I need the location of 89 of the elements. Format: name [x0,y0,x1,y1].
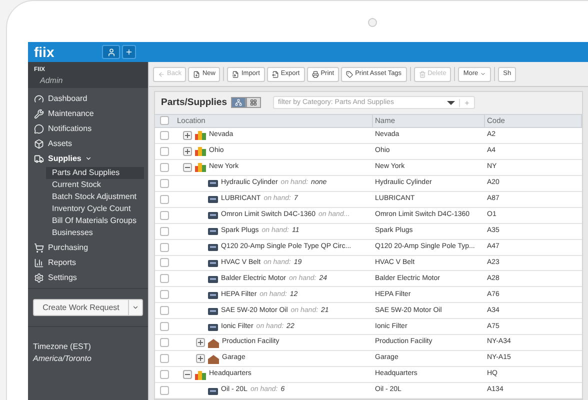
row-checkbox[interactable] [160,386,168,396]
truck-icon [34,154,44,164]
grid-icon [250,99,257,106]
row-checkbox[interactable] [160,178,168,188]
tag-icon [346,70,354,78]
user-role: Admin [38,75,64,87]
row-checkbox[interactable] [160,130,168,140]
row-checkbox[interactable] [160,306,168,316]
nav-item[interactable]: Maintenance [28,107,148,120]
tools-icon [34,108,44,118]
add-button[interactable] [122,45,136,59]
create-request-control[interactable]: Create Work Request [33,299,143,316]
warehouse-icon [208,338,219,348]
part-box-icon [208,290,218,299]
expand-toggle[interactable] [183,146,192,156]
part-box-icon [208,179,218,188]
subnav-item[interactable]: Parts And Supplies [46,167,144,179]
add-icon [464,100,470,106]
expand-toggle[interactable] [196,338,205,348]
row-checkbox[interactable] [160,242,168,252]
part-box-icon [208,211,218,220]
part-box-icon [208,258,218,267]
settings-icon [34,272,44,282]
row-checkbox[interactable] [160,162,168,172]
subnav-item[interactable]: Inventory Cycle Count [46,203,144,215]
export-icon [272,70,279,78]
expand-toggle[interactable] [196,354,205,364]
subnav-item[interactable]: Batch Stock Adjustment [46,191,144,203]
caret-icon [480,71,486,77]
nav-item[interactable]: Assets [28,137,148,150]
timezone-label: Timezone (EST) [33,341,92,353]
row-checkbox[interactable] [160,338,168,348]
subnav-item[interactable]: Current Stock [46,179,144,191]
row-checkbox[interactable] [160,146,168,156]
dashboard-icon [34,94,44,104]
nav-item[interactable]: Reports [28,256,148,269]
panel-title: Parts/Supplies [161,96,227,110]
row-checkbox[interactable] [160,258,168,268]
row-checkbox[interactable] [160,274,168,284]
hierarchy-icon [235,99,242,106]
expand-toggle[interactable] [183,130,192,140]
box-icon [34,138,44,148]
row-checkbox[interactable] [160,322,168,332]
dropdown-icon [447,100,455,105]
back-icon [158,70,165,78]
part-box-icon [208,306,218,315]
part-box-icon [208,195,218,204]
row-checkbox[interactable] [160,210,168,220]
warehouse-icon [208,354,219,364]
buildings-icon [195,162,206,172]
part-box-icon [208,322,218,331]
grid-view-button[interactable] [246,97,261,108]
cart-icon [34,242,44,252]
caret-icon [132,304,139,311]
app-logo: fiix [33,45,56,59]
user-icon [106,48,116,56]
print-icon [312,70,319,78]
subnav-item[interactable]: Businesses [46,227,144,239]
part-box-icon [208,274,218,283]
buildings-icon [195,370,206,380]
expand-toggle[interactable] [183,370,192,380]
nav-item[interactable]: Settings [28,271,148,284]
row-checkbox[interactable] [160,290,168,300]
part-box-icon [208,227,218,236]
row-checkbox[interactable] [160,194,168,204]
nav-item[interactable]: Purchasing [28,241,148,254]
add-icon [125,48,133,56]
tree-view-button[interactable] [231,97,246,108]
nav-item[interactable]: Dashboard [28,92,148,105]
chart-icon [34,258,44,268]
row-checkbox[interactable] [160,354,168,364]
part-box-icon [208,243,218,252]
nav-item[interactable]: Supplies [28,152,148,165]
subnav-item[interactable]: Bill Of Materials Groups [46,215,144,227]
row-checkbox[interactable] [160,226,168,236]
new-file-icon [193,70,200,78]
expand-toggle[interactable] [183,162,192,172]
row-checkbox[interactable] [160,116,168,126]
import-icon [232,70,240,78]
user-button[interactable] [102,45,120,59]
chat-icon [34,124,44,134]
row-checkbox[interactable] [160,370,168,380]
create-request-button[interactable]: Create Work Request [34,300,128,315]
trash-icon [418,70,426,78]
buildings-icon [195,130,206,140]
part-box-icon [208,386,218,395]
buildings-icon [195,146,206,156]
timezone-value: America/Toronto [33,353,92,365]
nav-item[interactable]: Notifications [28,122,148,135]
